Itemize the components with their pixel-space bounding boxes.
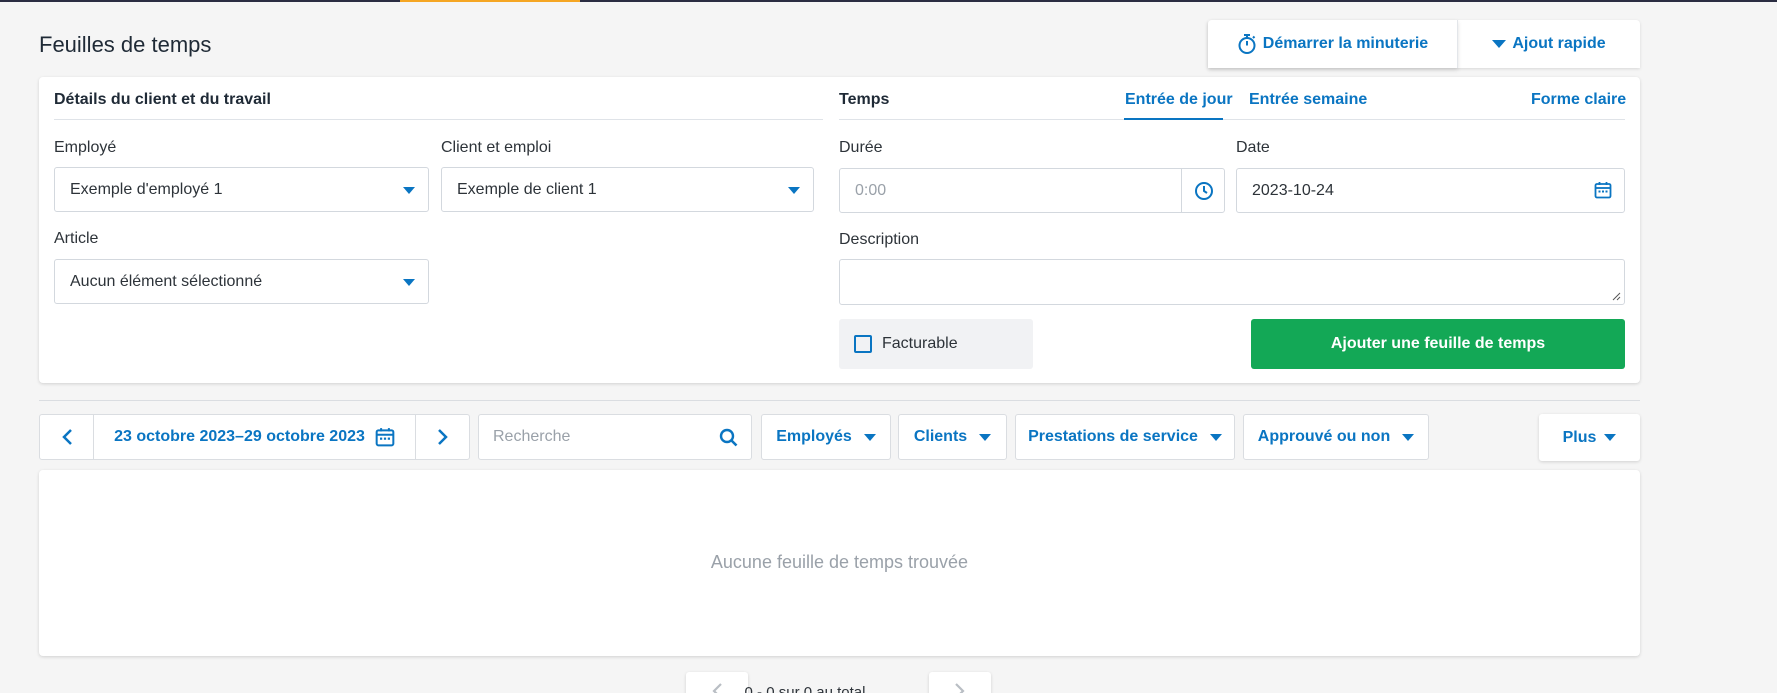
search-placeholder: Recherche xyxy=(493,428,571,445)
duration-label: Durée xyxy=(839,139,883,156)
article-label: Article xyxy=(54,230,99,247)
date-value: 2023-10-24 xyxy=(1252,181,1334,199)
billable-checkbox[interactable] xyxy=(854,335,872,353)
filter-services-label: Prestations de service xyxy=(1028,428,1198,445)
empty-state-message: Aucune feuille de temps trouvée xyxy=(710,552,969,572)
employee-label: Employé xyxy=(54,139,117,156)
caret-down-icon xyxy=(1492,40,1507,48)
duration-placeholder: 0:00 xyxy=(855,181,887,199)
active-tab-indicator xyxy=(1124,118,1223,120)
quick-add-label: Ajout rapide xyxy=(1512,35,1606,52)
filter-clients[interactable]: Clients xyxy=(898,414,1007,460)
client-label: Client et emploi xyxy=(441,139,552,156)
client-select[interactable]: Exemple de client 1 xyxy=(441,167,814,212)
quick-add-button[interactable]: Ajout rapide xyxy=(1458,20,1640,68)
previous-week-button[interactable] xyxy=(40,415,93,459)
date-range-navigator: 23 octobre 2023–29 octobre 2023 xyxy=(39,414,470,460)
client-value: Exemple de client 1 xyxy=(457,180,597,198)
date-range-label: 23 octobre 2023–29 octobre 2023 xyxy=(114,428,365,445)
date-label: Date xyxy=(1236,139,1270,156)
description-label: Description xyxy=(839,231,920,248)
calendar-icon xyxy=(375,428,395,447)
resize-handle-icon[interactable] xyxy=(1611,291,1621,301)
page-title: Feuilles de temps xyxy=(39,32,212,57)
filter-employees[interactable]: Employés xyxy=(761,414,891,460)
caret-down-icon xyxy=(863,433,876,441)
caret-down-icon xyxy=(1209,433,1222,441)
start-timer-label: Démarrer la minuterie xyxy=(1262,35,1429,52)
chevron-down-icon xyxy=(788,187,800,194)
timesheet-results: Aucune feuille de temps trouvée xyxy=(39,470,1640,656)
article-select[interactable]: Aucun élément sélectionné xyxy=(54,259,429,304)
filter-approval-label: Approuvé ou non xyxy=(1257,428,1391,445)
caret-down-icon xyxy=(979,433,992,441)
add-timesheet-button[interactable]: Ajouter une feuille de temps xyxy=(1251,319,1625,369)
billable-toggle[interactable]: Facturable xyxy=(839,319,1033,369)
clock-button[interactable] xyxy=(1181,168,1225,213)
billable-label: Facturable xyxy=(882,335,958,352)
date-range-picker[interactable]: 23 octobre 2023–29 octobre 2023 xyxy=(93,415,416,459)
chevron-down-icon xyxy=(403,187,415,194)
next-page-button[interactable] xyxy=(929,672,991,693)
chevron-right-icon xyxy=(955,683,965,693)
filter-employees-label: Employés xyxy=(776,428,852,445)
search-input[interactable]: Recherche xyxy=(478,414,752,460)
filter-approval[interactable]: Approuvé ou non xyxy=(1243,414,1429,460)
section-divider xyxy=(39,400,1640,401)
article-value: Aucun élément sélectionné xyxy=(70,272,263,290)
chevron-right-icon xyxy=(437,429,448,445)
employee-select[interactable]: Exemple d'employé 1 xyxy=(54,167,429,212)
tab-week-entry[interactable]: Entrée semaine xyxy=(1249,91,1367,109)
search-icon[interactable] xyxy=(719,428,738,447)
date-input[interactable]: 2023-10-24 xyxy=(1236,168,1625,213)
clock-icon xyxy=(1194,181,1213,200)
more-button[interactable]: Plus xyxy=(1539,414,1640,461)
tab-day-entry[interactable]: Entrée de jour xyxy=(1125,91,1233,109)
filter-clients-label: Clients xyxy=(913,428,968,445)
client-section-heading: Détails du client et du travail xyxy=(54,91,271,108)
section-divider xyxy=(839,119,1625,120)
start-timer-button[interactable]: Démarrer la minuterie xyxy=(1208,20,1458,68)
time-section-heading: Temps xyxy=(839,91,890,108)
section-divider xyxy=(54,119,823,120)
pagination-summary: 0 - 0 sur 0 au total xyxy=(744,684,866,693)
chevron-down-icon xyxy=(403,279,415,286)
caret-down-icon xyxy=(1402,433,1415,441)
clear-form-link[interactable]: Forme claire xyxy=(1531,91,1626,109)
duration-input[interactable]: 0:00 xyxy=(839,168,1225,213)
chevron-left-icon xyxy=(61,429,72,445)
next-week-button[interactable] xyxy=(416,415,469,459)
quick-actions-bar: Démarrer la minuterie Ajout rapide xyxy=(1208,20,1640,68)
description-textarea[interactable] xyxy=(839,259,1625,305)
top-bar xyxy=(0,0,1777,2)
more-label: Plus xyxy=(1562,428,1597,446)
timesheet-form-card: Détails du client et du travail Employé … xyxy=(39,77,1640,383)
calendar-icon[interactable] xyxy=(1594,181,1612,199)
stopwatch-icon xyxy=(1238,34,1256,54)
top-bar-accent xyxy=(400,0,580,2)
caret-down-icon xyxy=(1604,434,1617,441)
filter-services[interactable]: Prestations de service xyxy=(1015,414,1235,460)
employee-value: Exemple d'employé 1 xyxy=(70,180,223,198)
